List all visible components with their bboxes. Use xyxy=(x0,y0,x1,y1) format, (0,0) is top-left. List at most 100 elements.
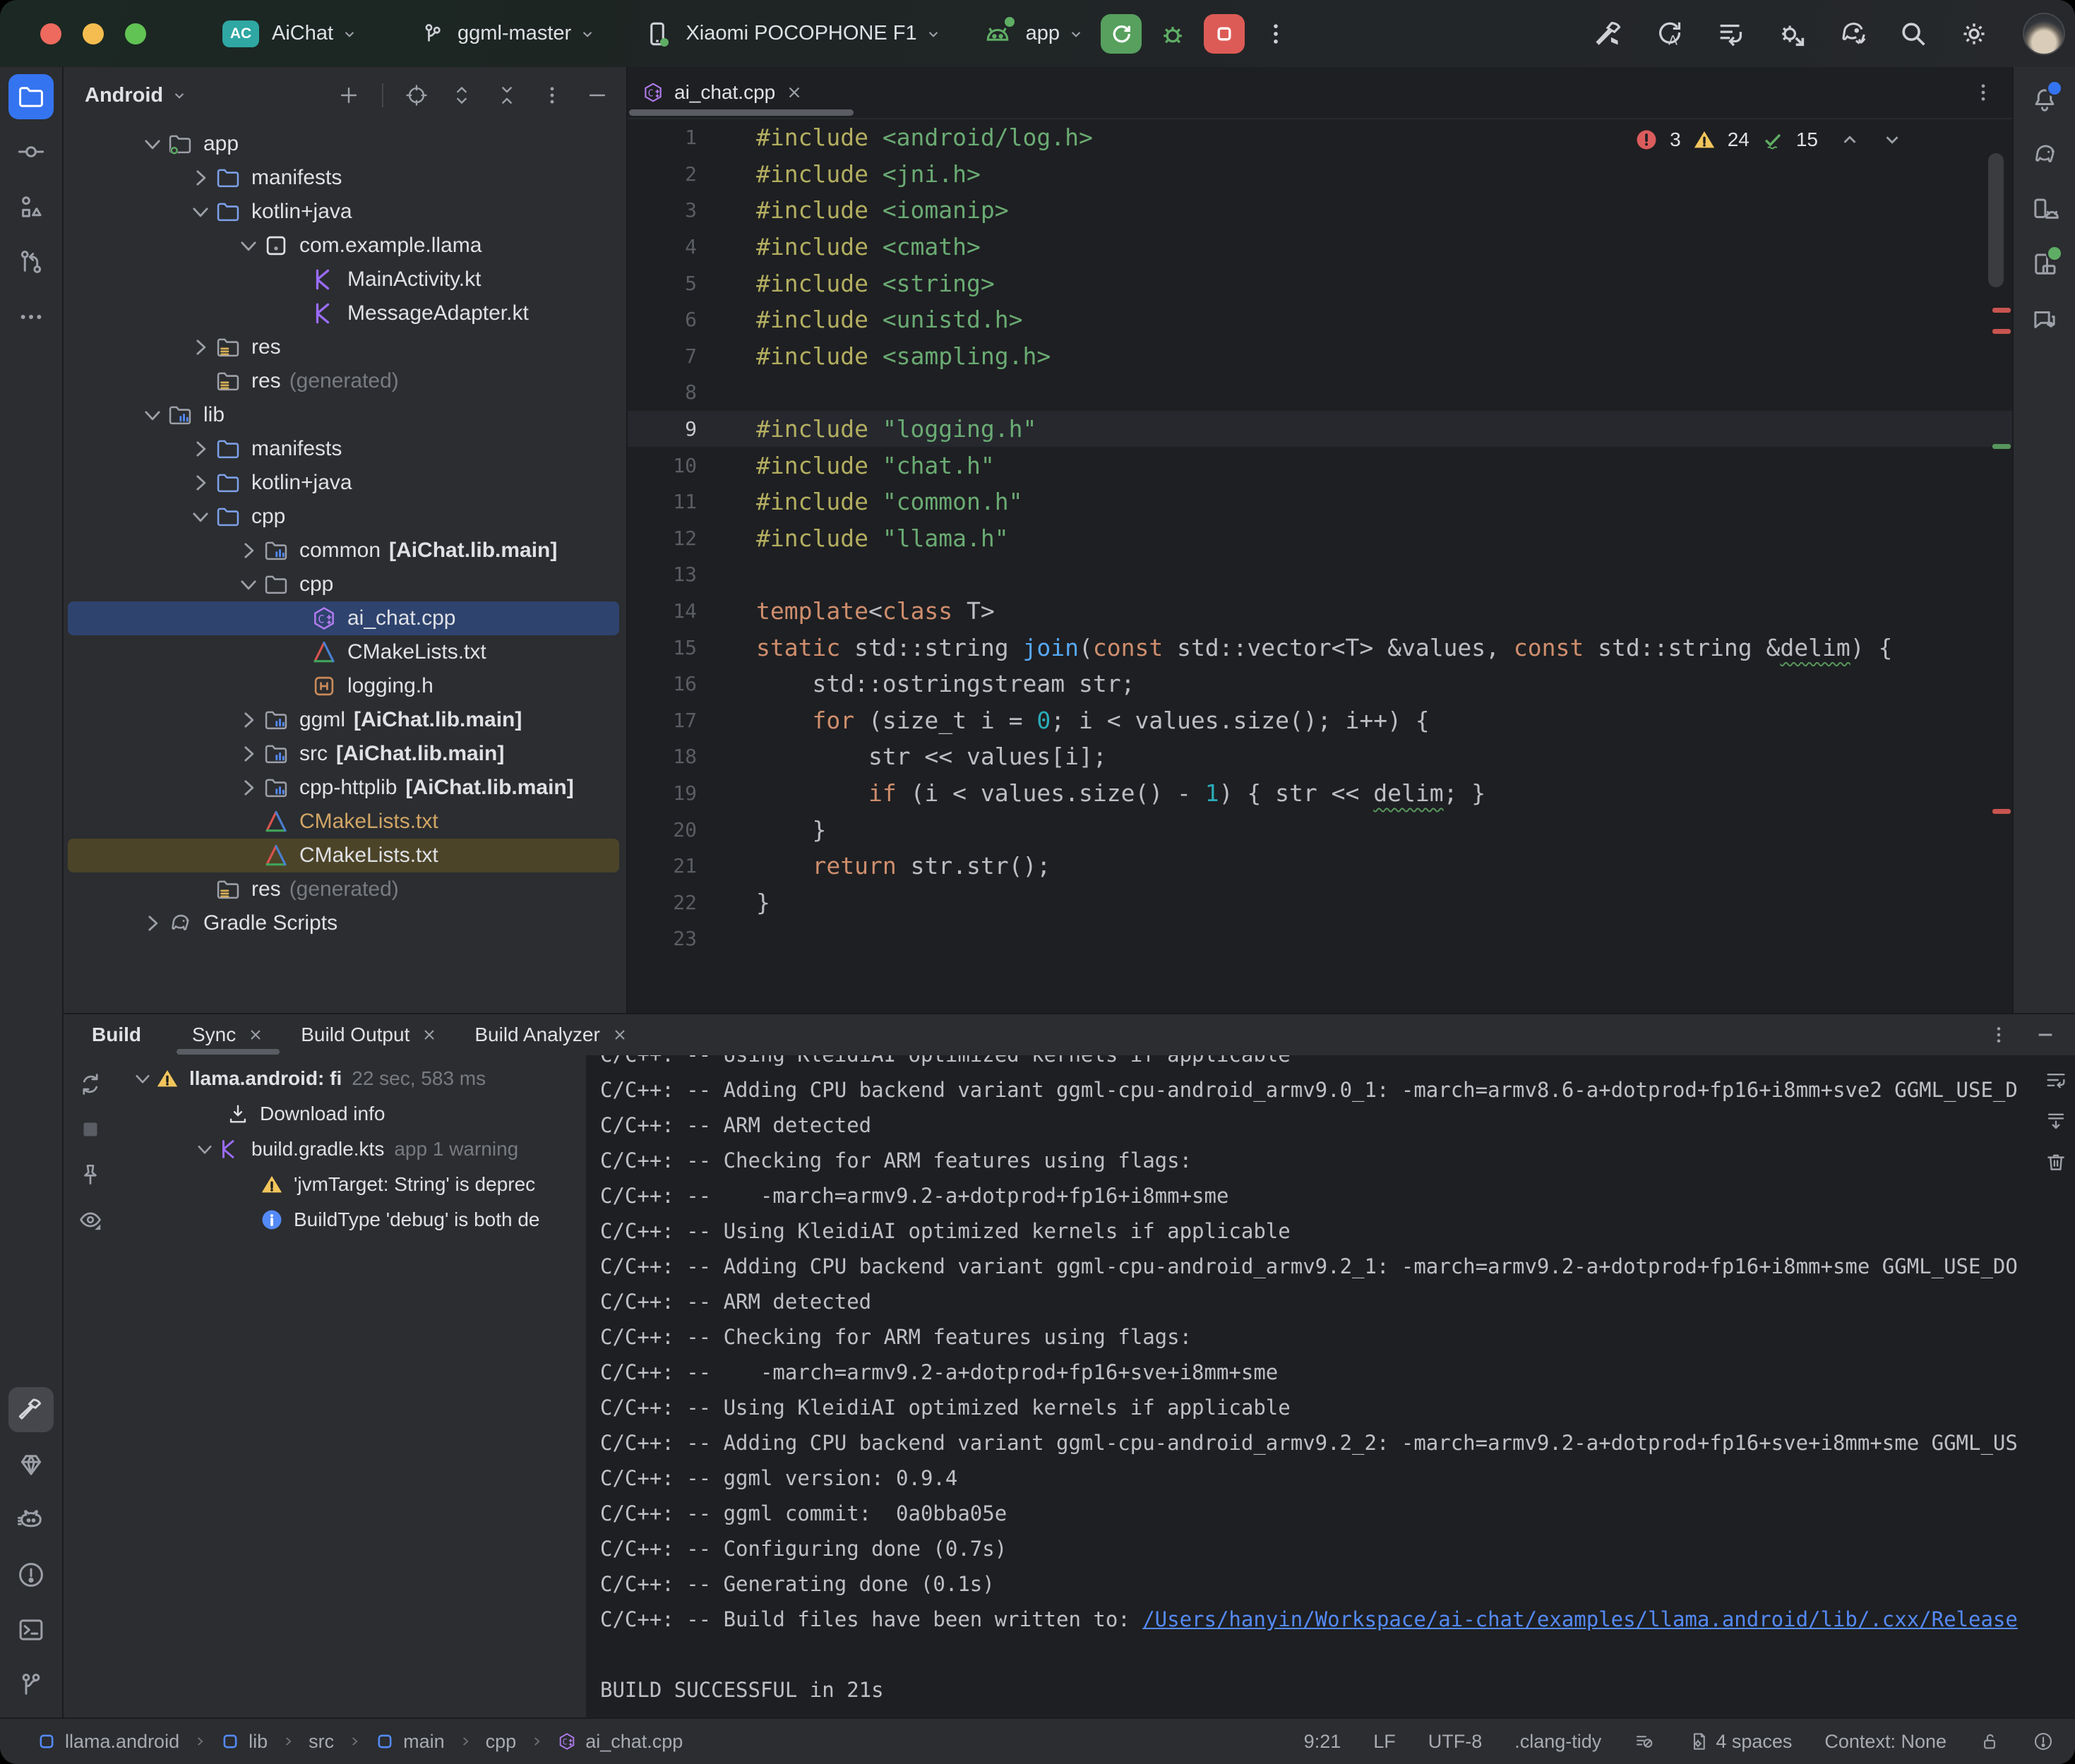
project-tree-item-res[interactable]: res(generated) xyxy=(68,872,619,906)
code-line-6[interactable]: 6#include <unistd.h> xyxy=(628,301,2012,338)
project-tree-item-com-example-llama[interactable]: com.example.llama xyxy=(68,229,619,263)
tool-stripe-terminal[interactable] xyxy=(8,1607,54,1652)
project-tree-item-manifests[interactable]: manifests xyxy=(68,432,619,466)
tool-stripe-ai-assistant[interactable] xyxy=(2022,297,2067,342)
project-tree-item-logging-h[interactable]: logging.h xyxy=(68,669,619,703)
locate-icon[interactable] xyxy=(405,83,429,107)
tree-chevron-icon[interactable] xyxy=(192,1136,217,1162)
build-tree-item[interactable]: BuildType 'debug' is both de xyxy=(117,1202,586,1237)
status-item-lock-open[interactable] xyxy=(1979,1731,2000,1752)
code-line-14[interactable]: 14template<class T> xyxy=(628,593,2012,630)
attach-debugger-icon[interactable] xyxy=(1776,18,1808,50)
tool-stripe-more-tools[interactable] xyxy=(8,294,54,340)
build-tree-item[interactable]: llama.android: fi22 sec, 583 ms xyxy=(117,1061,586,1096)
code-line-22[interactable]: 22} xyxy=(628,884,2012,920)
code-line-13[interactable]: 13 xyxy=(628,556,2012,593)
tree-chevron-icon[interactable] xyxy=(234,536,263,565)
code-line-9[interactable]: 9#include "logging.h" xyxy=(628,411,2012,448)
code-line-2[interactable]: 2#include <jni.h> xyxy=(628,156,2012,193)
pin-icon[interactable] xyxy=(77,1161,104,1188)
code-line-5[interactable]: 5#include <string> xyxy=(628,265,2012,301)
code-line-18[interactable]: 18 str << values[i]; xyxy=(628,738,2012,775)
status-item-lf[interactable]: LF xyxy=(1373,1731,1396,1753)
preview-icon[interactable] xyxy=(77,1206,104,1233)
code-line-3[interactable]: 3#include <iomanip> xyxy=(628,192,2012,229)
status-item--clang-tidy[interactable]: .clang-tidy xyxy=(1514,1731,1601,1753)
build-console[interactable]: C/C++: -- Using KleidiAI optimized kerne… xyxy=(586,1055,2075,1717)
editor-scrollbar-thumb[interactable] xyxy=(1988,153,2004,287)
project-tree-item-ggml[interactable]: ggml[AiChat.lib.main] xyxy=(68,703,619,737)
code-line-12[interactable]: 12#include "llama.h" xyxy=(628,520,2012,557)
run-configuration-selector[interactable]: app xyxy=(982,18,1085,49)
project-tree-item-app[interactable]: app xyxy=(68,127,619,161)
add-icon[interactable] xyxy=(337,83,361,107)
hide-icon[interactable] xyxy=(585,83,609,107)
zoom-window-button[interactable] xyxy=(125,23,146,44)
tool-stripe-notifications[interactable] xyxy=(2022,77,2067,122)
status-item-context-none[interactable]: Context: None xyxy=(1824,1731,1947,1753)
breadcrumb-src[interactable]: src xyxy=(309,1731,334,1753)
close-window-button[interactable] xyxy=(40,23,61,44)
tree-chevron-icon[interactable] xyxy=(234,570,263,599)
code-line-15[interactable]: 15static std::string join(const std::vec… xyxy=(628,629,2012,666)
tree-chevron-icon[interactable] xyxy=(186,435,215,463)
close-tab-icon[interactable] xyxy=(421,1026,438,1043)
code-line-8[interactable]: 8 xyxy=(628,374,2012,411)
project-tree-item-cpp[interactable]: cpp xyxy=(68,500,619,534)
breadcrumb-ai-chat-cpp[interactable]: Cai_chat.cpp xyxy=(557,1731,683,1753)
code-line-21[interactable]: 21 return str.str(); xyxy=(628,848,2012,884)
options-icon[interactable] xyxy=(540,83,564,107)
project-tree-item-res[interactable]: res xyxy=(68,330,619,364)
next-problem-icon[interactable] xyxy=(1882,129,1903,150)
code-line-19[interactable]: 19 if (i < values.size() - 1) { str << d… xyxy=(628,775,2012,812)
stop-square-icon[interactable] xyxy=(77,1116,104,1143)
tree-chevron-icon[interactable] xyxy=(186,164,215,192)
project-tree-item-cpp[interactable]: cpp xyxy=(68,568,619,601)
tree-chevron-icon[interactable] xyxy=(138,909,167,937)
build-tab-build-analyzer[interactable]: Build Analyzer xyxy=(456,1014,646,1055)
tree-chevron-icon[interactable] xyxy=(234,706,263,734)
code-line-20[interactable]: 20 } xyxy=(628,811,2012,848)
build-options-kebab-icon[interactable] xyxy=(1987,1024,2010,1046)
build-output-link[interactable]: /Users/hanyin/Workspace/ai-chat/examples… xyxy=(1142,1607,2018,1631)
soft-wrap-icon[interactable] xyxy=(2044,1068,2068,1092)
tool-stripe-device-manager[interactable] xyxy=(2022,187,2067,232)
tree-chevron-icon[interactable] xyxy=(234,232,263,260)
build-tab-build-output[interactable]: Build Output xyxy=(282,1014,456,1055)
breadcrumb-lib[interactable]: lib xyxy=(220,1731,268,1753)
search-everywhere-icon[interactable] xyxy=(1897,18,1930,50)
build-tree-item[interactable]: 'jvmTarget: String' is deprec xyxy=(117,1167,586,1202)
user-avatar[interactable] xyxy=(2023,13,2065,55)
tool-stripe-running-devices[interactable] xyxy=(2022,242,2067,287)
project-tree-item-lib[interactable]: lib xyxy=(68,398,619,432)
tree-chevron-icon[interactable] xyxy=(138,401,167,429)
project-tree-item-kotlin-java[interactable]: kotlin+java xyxy=(68,466,619,500)
tool-stripe-pull-requests[interactable] xyxy=(8,239,54,284)
build-panel-title[interactable]: Build xyxy=(92,1024,141,1046)
tool-stripe-project-folder[interactable] xyxy=(8,74,54,119)
editor-options-kebab-icon[interactable] xyxy=(1971,80,1995,104)
vcs-branch-widget[interactable]: ggml-master xyxy=(419,21,597,47)
breadcrumb-llama-android[interactable]: llama.android xyxy=(37,1731,179,1753)
project-tree-item-ai-chat-cpp[interactable]: Cai_chat.cpp xyxy=(68,601,619,635)
close-tab-icon[interactable] xyxy=(247,1026,264,1043)
tool-stripe-commit[interactable] xyxy=(8,129,54,174)
sync-icon[interactable] xyxy=(77,1071,104,1098)
project-tree-item-cmakelists-txt[interactable]: CMakeLists.txt xyxy=(68,839,619,872)
status-item-inspections-status[interactable] xyxy=(2033,1731,2054,1752)
stop-button[interactable] xyxy=(1204,14,1245,54)
tool-stripe-version-control[interactable] xyxy=(8,1662,54,1708)
breadcrumb-main[interactable]: main xyxy=(375,1731,445,1753)
project-tree-item-res[interactable]: res(generated) xyxy=(68,364,619,398)
status-item-highlighting[interactable] xyxy=(1634,1731,1655,1752)
close-tab-icon[interactable] xyxy=(611,1026,628,1043)
project-tree-item-common[interactable]: common[AiChat.lib.main] xyxy=(68,534,619,568)
minimize-window-button[interactable] xyxy=(83,23,104,44)
project-tree-item-manifests[interactable]: manifests xyxy=(68,161,619,195)
apply-changes-restart-icon[interactable]: A xyxy=(1654,18,1687,50)
code-line-4[interactable]: 4#include <cmath> xyxy=(628,229,2012,265)
tool-stripe-logcat[interactable] xyxy=(8,1497,54,1542)
change-stripe-mark[interactable] xyxy=(1992,444,2011,449)
status-item-utf-8[interactable]: UTF-8 xyxy=(1428,1731,1483,1753)
tree-chevron-icon[interactable] xyxy=(186,333,215,361)
